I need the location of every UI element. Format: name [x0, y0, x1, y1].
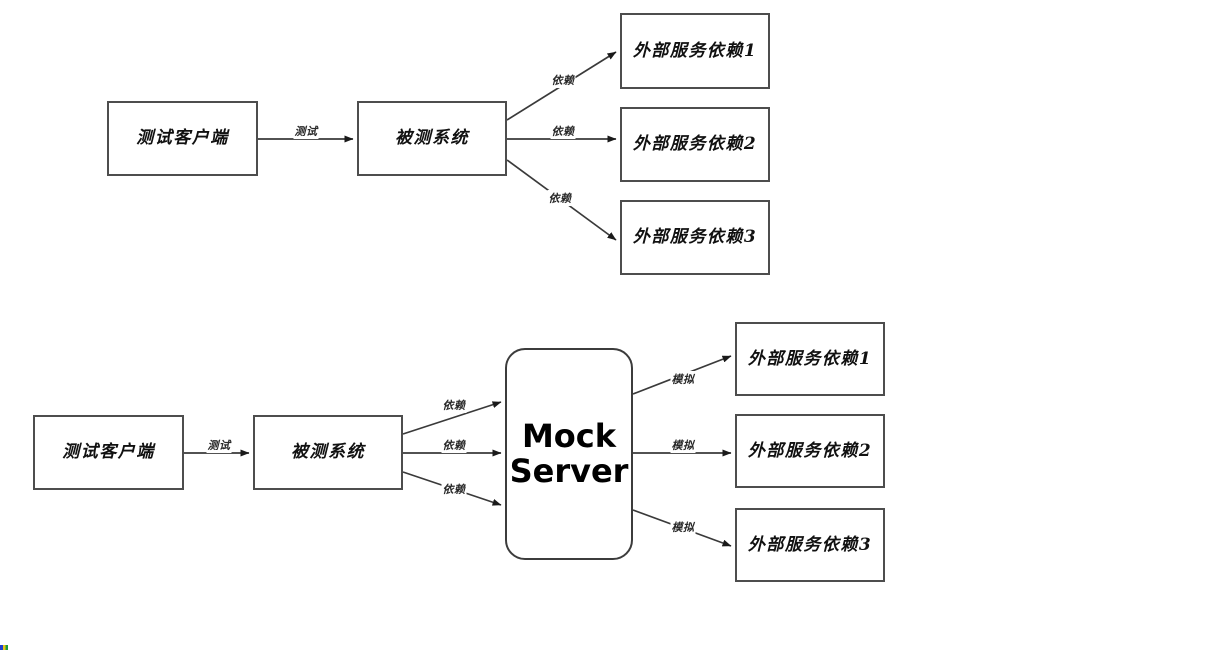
node-bot-mock[interactable]: Mock Server — [505, 348, 633, 560]
node-top-sut[interactable]: 被测系统 — [357, 101, 507, 176]
node-label-bot-test-client: 测试客户端 — [62, 442, 155, 463]
corner-pixel-artifact — [0, 645, 8, 650]
edge-label-top-e0: 测试 — [293, 123, 319, 139]
node-bot-sut[interactable]: 被测系统 — [253, 415, 403, 490]
edge-label-top-e1: 依赖 — [550, 72, 576, 88]
node-label-top-ext-3: 外部服务依赖3 — [632, 227, 758, 248]
edge-label-bot-e5: 模拟 — [670, 437, 696, 453]
node-top-ext-1[interactable]: 外部服务依赖1 — [620, 13, 770, 89]
edge-label-bot-e3: 依赖 — [441, 481, 467, 497]
node-label-bot-ext-1: 外部服务依赖1 — [747, 348, 873, 369]
node-bot-test-client[interactable]: 测试客户端 — [33, 415, 184, 490]
edge-label-top-e3: 依赖 — [547, 190, 573, 206]
node-bot-ext-2[interactable]: 外部服务依赖2 — [735, 414, 885, 488]
node-bot-ext-3[interactable]: 外部服务依赖3 — [735, 508, 885, 582]
edge-label-top-e2: 依赖 — [550, 123, 576, 139]
node-label-line: Mock — [521, 416, 617, 455]
node-top-ext-3[interactable]: 外部服务依赖3 — [620, 200, 770, 275]
edge-label-bot-e4: 模拟 — [670, 371, 696, 387]
node-label-top-sut: 被测系统 — [395, 128, 469, 149]
edge-label-bot-e1: 依赖 — [441, 397, 467, 413]
node-label-top-ext-2: 外部服务依赖2 — [632, 134, 758, 155]
edge-label-bot-e6: 模拟 — [670, 519, 696, 535]
node-label-bot-mock: Mock Server — [509, 416, 629, 490]
node-top-test-client[interactable]: 测试客户端 — [107, 101, 258, 176]
node-bot-ext-1[interactable]: 外部服务依赖1 — [735, 322, 885, 396]
node-label-bot-ext-3: 外部服务依赖3 — [747, 534, 873, 555]
node-label-top-ext-1: 外部服务依赖1 — [632, 40, 758, 61]
edge-label-bot-e0: 测试 — [206, 437, 232, 453]
node-label-bot-ext-2: 外部服务依赖2 — [747, 440, 873, 461]
edge-label-bot-e2: 依赖 — [441, 437, 467, 453]
node-top-ext-2[interactable]: 外部服务依赖2 — [620, 107, 770, 182]
node-label-bot-sut: 被测系统 — [291, 442, 365, 463]
node-label-top-test-client: 测试客户端 — [136, 128, 229, 149]
node-label-line: Server — [509, 452, 629, 490]
